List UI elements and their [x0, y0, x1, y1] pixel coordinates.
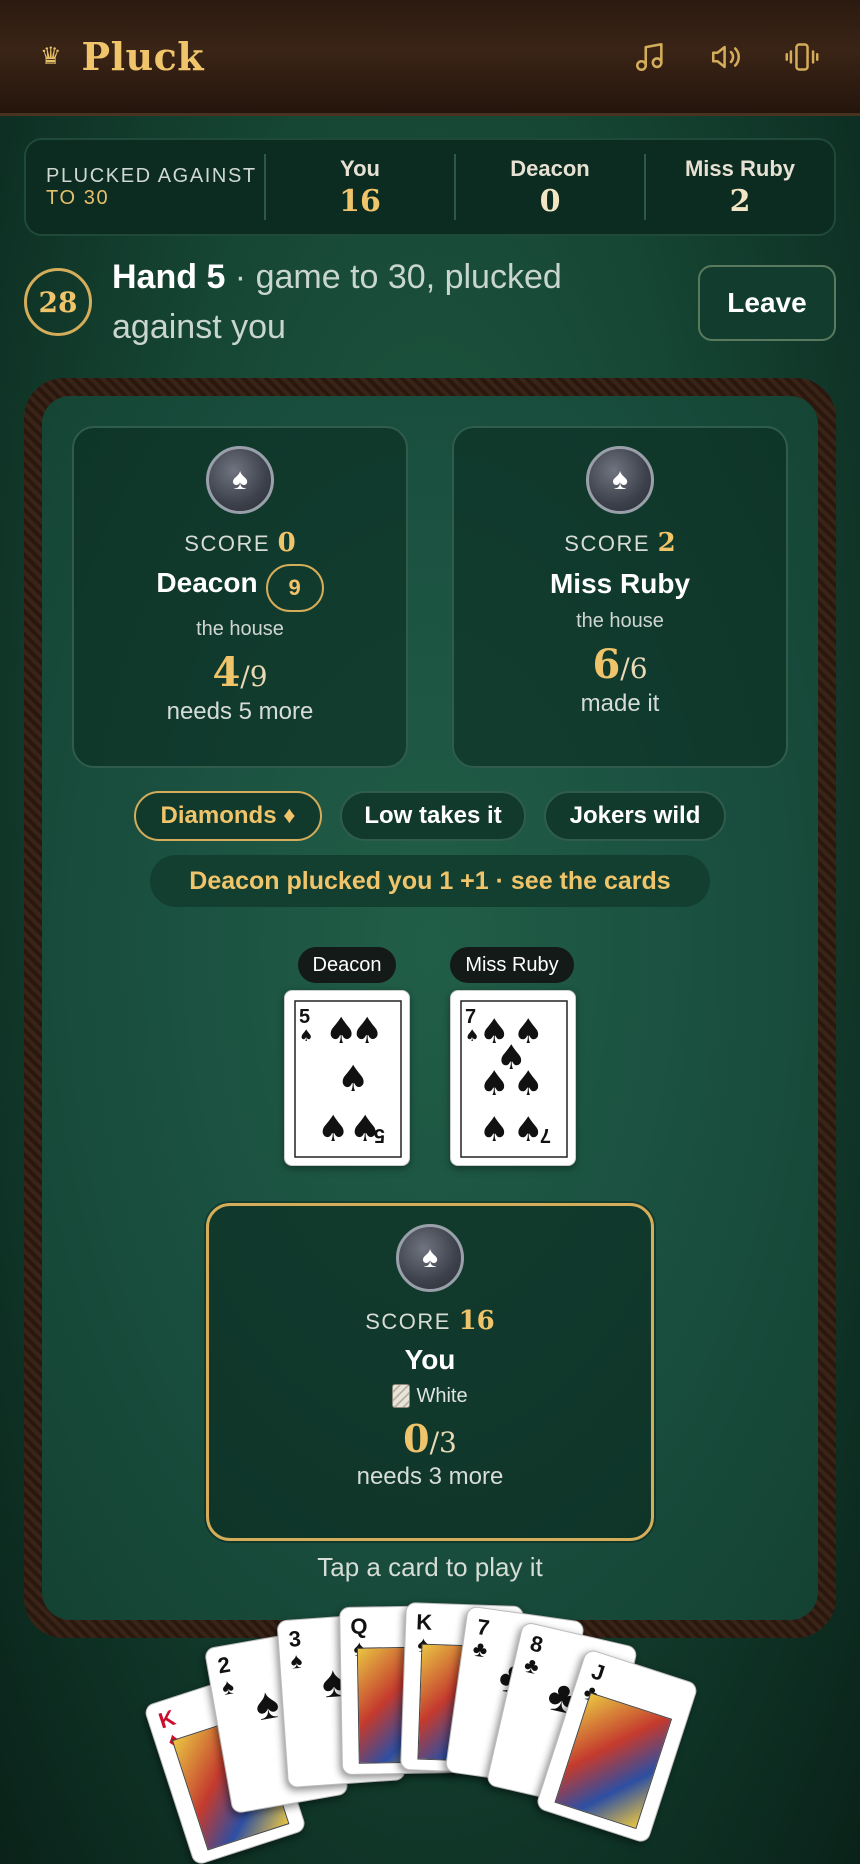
player-role: the house: [576, 610, 664, 632]
trick-count: 0/3: [209, 1416, 651, 1461]
card-suit: ♠: [219, 1673, 236, 1701]
trick-player-tag: Deacon: [298, 947, 396, 983]
player-score: 16: [339, 183, 381, 219]
card-corner: 3 ♠: [288, 1626, 304, 1674]
play-hint: Tap a card to play it: [317, 1552, 543, 1582]
tricks-bid: /3: [429, 1426, 457, 1459]
svg-text:7: 7: [540, 1124, 551, 1146]
svg-text:♠: ♠: [337, 1059, 369, 1100]
tricks-taken: 4: [212, 649, 241, 696]
player-score: 2: [729, 183, 751, 219]
card-suit: ♠: [289, 1647, 304, 1674]
player-score: 0: [539, 183, 561, 219]
player-name: Deacon: [510, 155, 590, 181]
card-pip: ♠: [251, 1677, 283, 1731]
svg-text:♠: ♠: [513, 1064, 543, 1104]
name-row: Deacon 9: [74, 564, 406, 612]
bid-badge: 9: [265, 564, 324, 612]
card-corner: 2 ♠: [216, 1652, 236, 1701]
card-corner: 7 ♣: [471, 1614, 491, 1663]
svg-text:♠: ♠: [479, 1110, 509, 1150]
seat-score: SCORE 0: [74, 528, 406, 558]
card-suit: ♣: [471, 1635, 490, 1663]
crown-icon: ♛: [40, 43, 62, 70]
music-icon[interactable]: [632, 39, 668, 75]
bid-status: needs 5 more: [166, 698, 314, 725]
scoreboard-miss-ruby: Miss Ruby 2: [644, 154, 834, 220]
low-takes-chip: Low takes it: [340, 791, 526, 841]
top-bar: ♛ Pluck: [0, 0, 860, 116]
leave-button[interactable]: Leave: [698, 265, 836, 341]
mode-line: PLUCKED AGAINST: [46, 165, 257, 187]
seat-score: SCORE 16: [209, 1306, 651, 1336]
svg-text:♠: ♠: [351, 1011, 383, 1052]
vibrate-icon[interactable]: [784, 39, 820, 75]
tricks-taken: 6: [592, 641, 621, 688]
trick-count: 4/9: [74, 649, 406, 696]
color-row: White: [209, 1384, 651, 1408]
spade-avatar-icon: ♠: [206, 446, 274, 514]
scoreboard: PLUCKED AGAINST TO 30 You 16 Deacon 0 Mi…: [24, 138, 836, 236]
seat-deacon: ♠ SCORE 0 Deacon 9 the house 4/9 needs 5 …: [72, 426, 408, 768]
game-mode-label: PLUCKED AGAINST TO 30: [26, 165, 264, 209]
svg-text:7: 7: [465, 1006, 476, 1028]
spade-avatar-icon: ♠: [586, 446, 654, 514]
score-value: 16: [458, 1306, 495, 1336]
target-line: TO 30: [46, 187, 110, 209]
name-row: Miss Ruby: [454, 568, 786, 600]
scoreboard-deacon: Deacon 0: [454, 154, 644, 220]
color-label: White: [416, 1384, 468, 1407]
speaker-icon[interactable]: [708, 39, 744, 75]
svg-text:5: 5: [374, 1124, 385, 1146]
played-card-five-of-spades: 5 ♠ ♠ ♠ ♠ ♠ ♠ 5: [284, 990, 410, 1166]
tricks-bid: /6: [620, 652, 648, 685]
seat-miss-ruby: ♠ SCORE 2 Miss Ruby the house 6/6 made i…: [452, 426, 788, 768]
score-value: 0: [277, 528, 296, 558]
player-name: Miss Ruby: [549, 568, 691, 599]
score-label: SCORE: [184, 531, 271, 556]
bid-status: made it: [580, 690, 660, 717]
spade-avatar-icon: ♠: [396, 1224, 464, 1292]
player-name: Deacon: [156, 567, 258, 599]
svg-text:♠: ♠: [465, 1026, 479, 1045]
score-value: 2: [657, 528, 676, 558]
seat-score: SCORE 2: [454, 528, 786, 558]
player-name: You: [340, 155, 380, 181]
white-card-back-icon: [392, 1384, 411, 1408]
played-card-seven-of-spades: 7 ♠ ♠ ♠ ♠ ♠ ♠ ♠ ♠ 7: [450, 990, 576, 1166]
seat-you: ♠ SCORE 16 You White 0/3 needs 3 more: [206, 1203, 654, 1541]
player-name: Miss Ruby: [684, 155, 796, 181]
svg-text:5: 5: [299, 1006, 310, 1028]
svg-text:♠: ♠: [513, 1110, 543, 1150]
trick-player-tag: Miss Ruby: [450, 947, 574, 983]
card-corner: 8 ♣: [521, 1631, 546, 1680]
trump-chip: Diamonds ♦: [134, 791, 322, 841]
player-role: the house: [196, 618, 284, 640]
scoreboard-you: You 16: [264, 154, 454, 220]
jokers-wild-chip: Jokers wild: [544, 791, 726, 841]
score-label: SCORE: [365, 1309, 451, 1334]
trick-count: 6/6: [454, 641, 786, 688]
card-suit: ♣: [521, 1651, 542, 1680]
tricks-taken: 0: [403, 1416, 430, 1461]
score-label: SCORE: [564, 531, 651, 556]
svg-text:♠: ♠: [479, 1064, 509, 1104]
card-rank: Q: [350, 1613, 368, 1639]
bid-status: needs 3 more: [356, 1463, 504, 1490]
svg-text:♠: ♠: [299, 1026, 313, 1045]
tricks-bid: /9: [240, 660, 268, 693]
hand-title: Hand 5: [112, 258, 226, 296]
court-card-art: [554, 1692, 673, 1830]
svg-text:♠: ♠: [317, 1109, 349, 1150]
hand-info: Hand 5 · game to 30, plucked against you: [112, 252, 582, 352]
player-name: You: [404, 1344, 456, 1375]
pot-counter: 28: [24, 268, 92, 336]
header-controls: [632, 39, 820, 75]
app-title: Pluck: [81, 34, 205, 79]
pluck-notice-link[interactable]: Deacon plucked you 1 +1 · see the cards: [150, 855, 710, 907]
